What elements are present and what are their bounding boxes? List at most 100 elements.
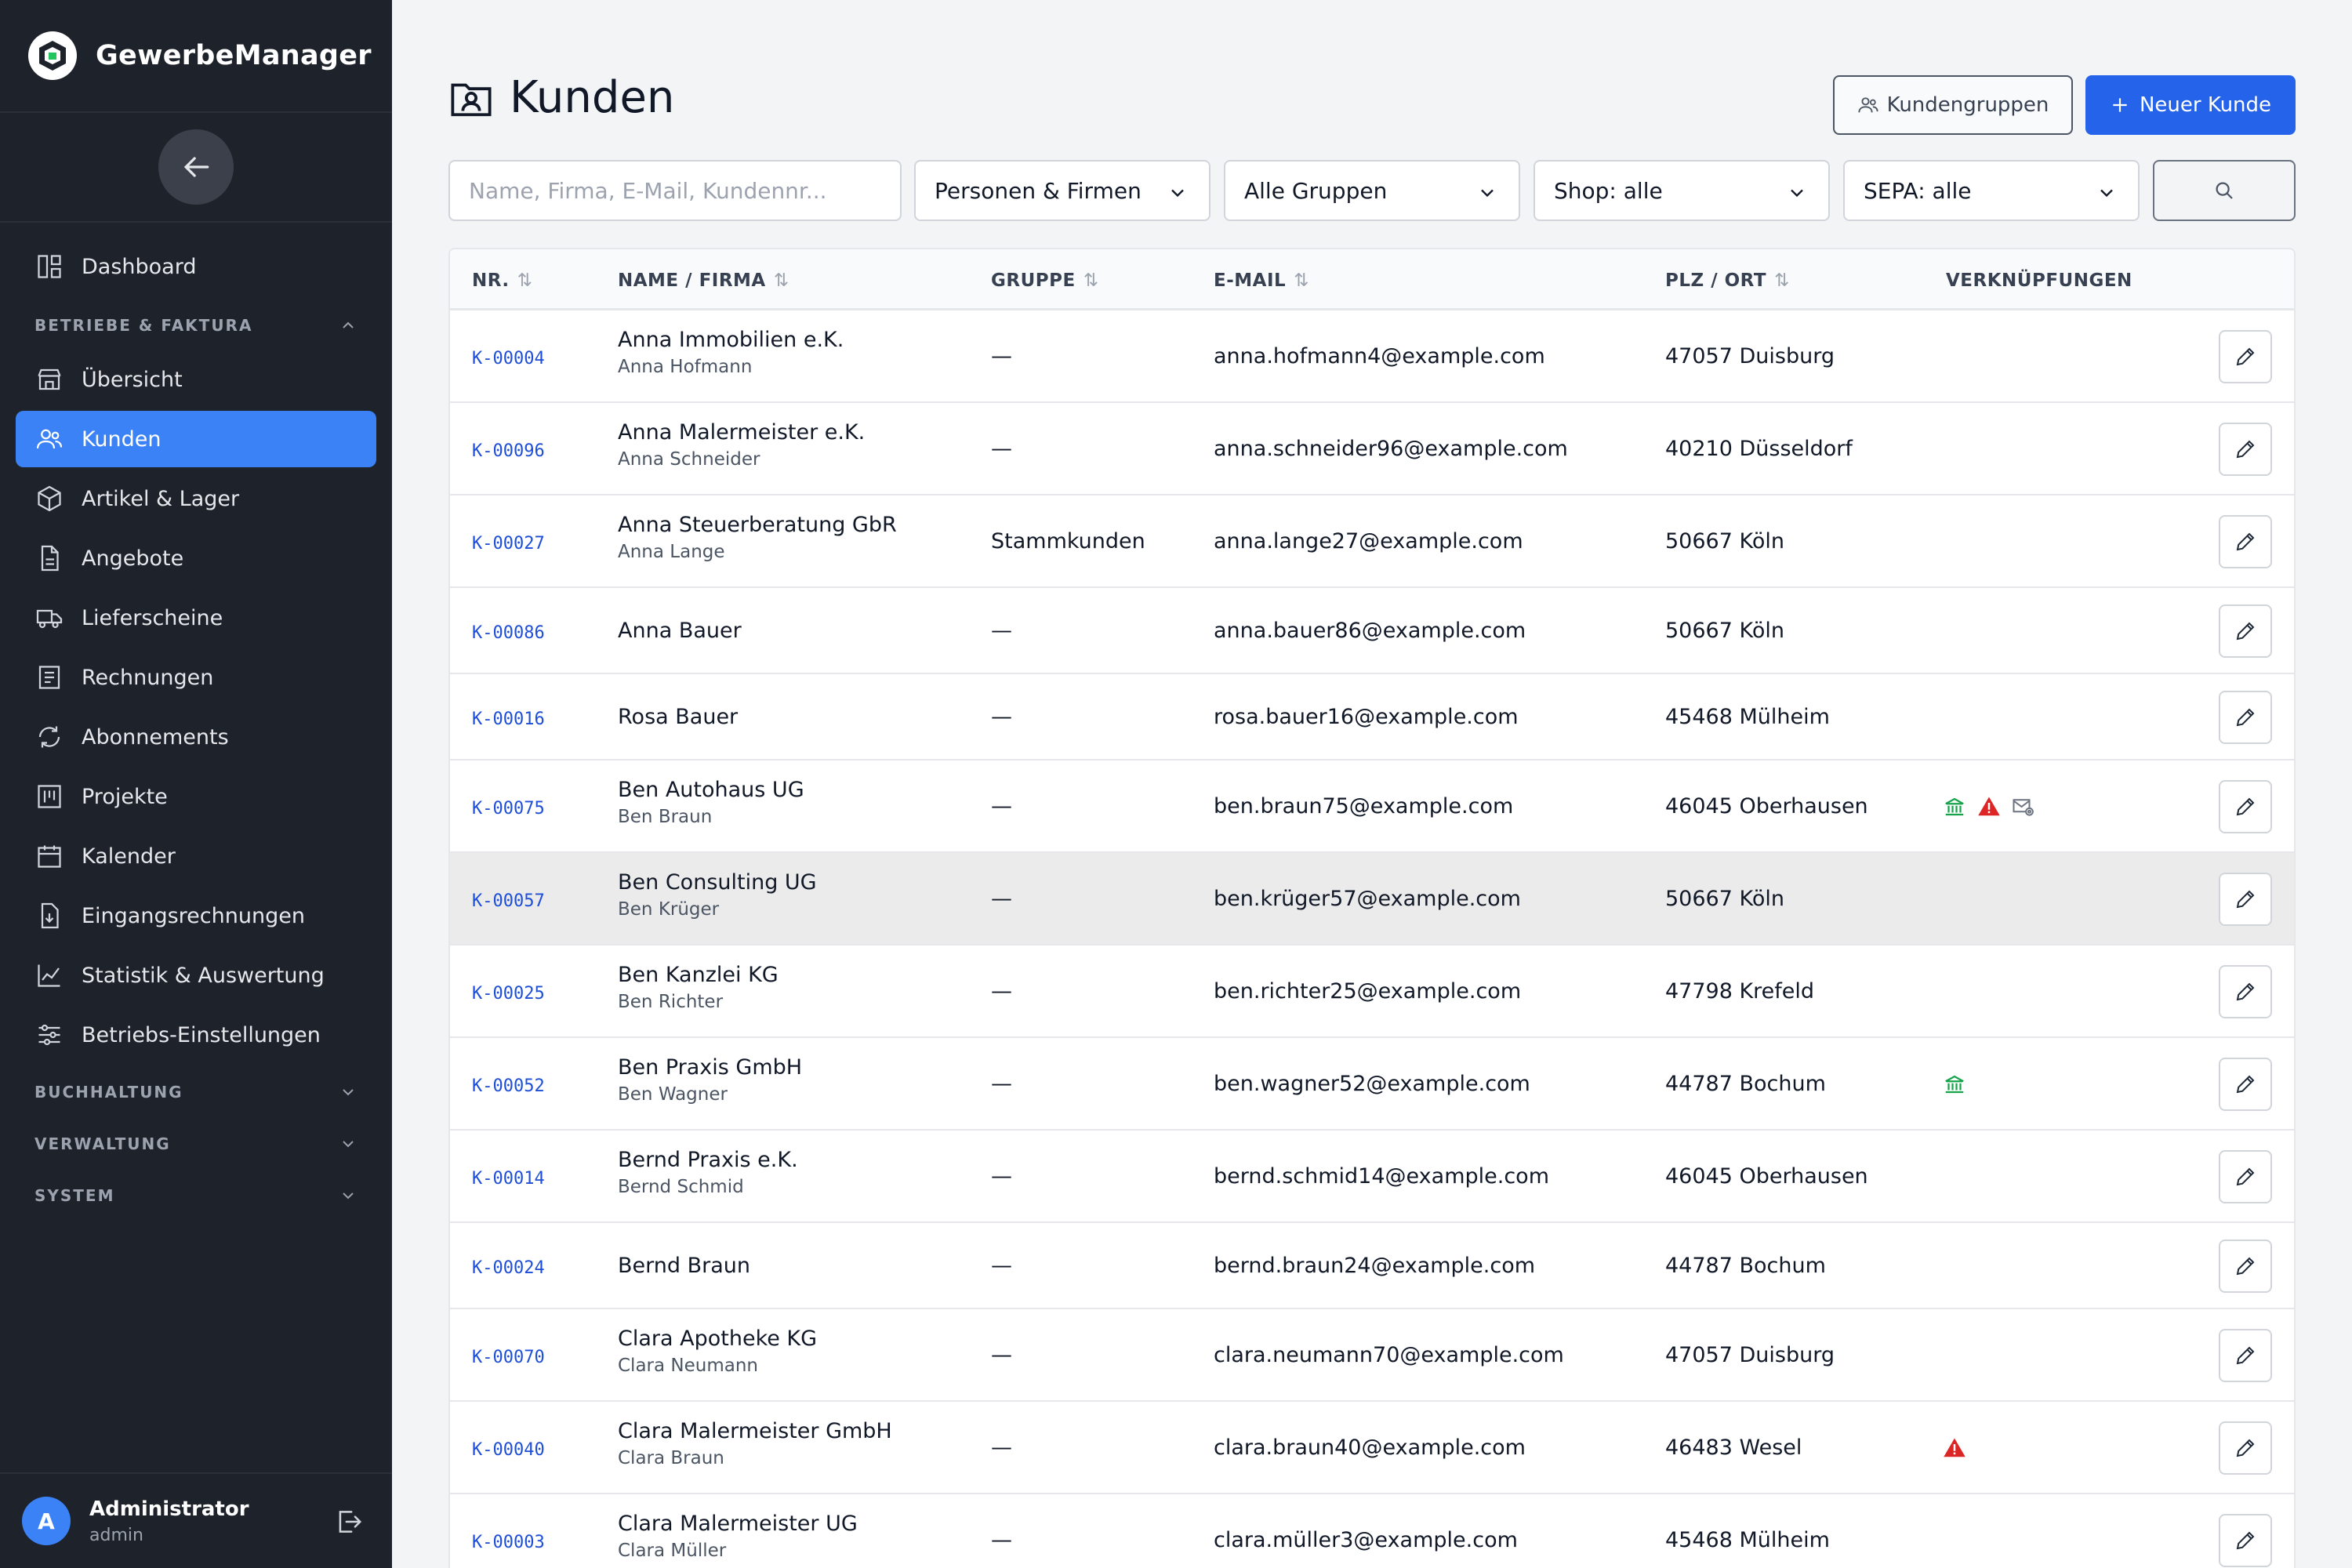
edit-customer-button[interactable] [2219, 423, 2272, 476]
customer-number-link[interactable]: K-00057 [472, 891, 545, 911]
edit-customer-button[interactable] [2219, 1514, 2272, 1567]
customer-number-link[interactable]: K-00052 [472, 1076, 545, 1096]
sidebar-item-betriebs-einstellungen[interactable]: Betriebs-Einstellungen [16, 1007, 376, 1063]
table-row[interactable]: K-00014 Bernd Praxis e.K. Bernd Schmid — ber… [450, 1131, 2294, 1223]
customer-city: 46045 Oberhausen [1665, 1164, 1868, 1189]
sidebar-item-lieferscheine[interactable]: Lieferscheine [16, 590, 376, 646]
table-row[interactable]: K-00003 Clara Malermeister UG Clara Müller… [450, 1494, 2294, 1568]
customer-name-cell: Ben Consulting UG Ben Krüger [618, 870, 817, 920]
customer-city: 47057 Duisburg [1665, 1343, 1835, 1367]
sidebar-item-artikel-lager[interactable]: Artikel & Lager [16, 470, 376, 527]
customer-number-link[interactable]: K-00027 [472, 534, 545, 554]
customer-contact: Bernd Schmid [618, 1177, 744, 1197]
chevron-down-icon [343, 1089, 354, 1096]
column-header-city[interactable]: PLZ / ORT ⇅ [1665, 270, 1790, 291]
shop-select[interactable]: Shop: alle [1534, 160, 1830, 221]
select-value: SEPA: alle [1864, 177, 1972, 204]
table-row[interactable]: K-00070 Clara Apotheke KG Clara Neumann — cl… [450, 1309, 2294, 1402]
edit-customer-button[interactable] [2219, 780, 2272, 833]
section-betriebe-faktura[interactable]: BETRIEBE & FAKTURA [16, 299, 376, 351]
table-row[interactable]: K-00016 Rosa Bauer — rosa.bauer16@example.c… [450, 674, 2294, 760]
brand[interactable]: GewerbeManager [0, 0, 392, 113]
edit-customer-button[interactable] [2219, 515, 2272, 568]
table-row[interactable]: K-00052 Ben Praxis GmbH Ben Wagner — ben.wag… [450, 1038, 2294, 1131]
column-header-nr[interactable]: NR. ⇅ [472, 270, 532, 291]
customer-city: 50667 Köln [1665, 887, 1784, 911]
new-customer-button[interactable]: Neuer Kunde [2085, 75, 2296, 135]
sidebar-item-kalender[interactable]: Kalender [16, 828, 376, 884]
sepa-select[interactable]: SEPA: alle [1843, 160, 2140, 221]
pencil-icon [2236, 1075, 2255, 1094]
collapse-sidebar-button[interactable] [158, 129, 234, 205]
customer-email: anna.hofmann4@example.com [1214, 344, 1545, 368]
sidebar-item-statistik[interactable]: Statistik & Auswertung [16, 947, 376, 1004]
customer-name: Clara Malermeister GmbH [618, 1419, 892, 1443]
sidebar-item-projekte[interactable]: Projekte [16, 768, 376, 825]
edit-customer-button[interactable] [2219, 691, 2272, 744]
customer-number-link[interactable]: K-00024 [472, 1258, 545, 1278]
section-buchhaltung[interactable]: BUCHHALTUNG [16, 1066, 376, 1118]
edit-customer-button[interactable] [2219, 604, 2272, 658]
edit-customer-button[interactable] [2219, 1329, 2272, 1382]
table-row[interactable]: K-00096 Anna Malermeister e.K. Anna Schnei… [450, 403, 2294, 495]
table-row[interactable]: K-00086 Anna Bauer — anna.bauer86@example.c… [450, 588, 2294, 674]
customer-number-link[interactable]: K-00004 [472, 349, 545, 368]
customer-number-link[interactable]: K-00016 [472, 710, 545, 729]
sidebar-item-rechnungen[interactable]: Rechnungen [16, 649, 376, 706]
table-row[interactable]: K-00057 Ben Consulting UG Ben Krüger — ben.k… [450, 853, 2294, 946]
group-select[interactable]: Alle Gruppen [1224, 160, 1520, 221]
table-row[interactable]: K-00024 Bernd Braun — bernd.braun24@example… [450, 1223, 2294, 1309]
sort-icon: ⇅ [1083, 270, 1099, 291]
edit-customer-button[interactable] [2219, 965, 2272, 1018]
edit-customer-button[interactable] [2219, 1058, 2272, 1111]
links-cell [1943, 1073, 1966, 1102]
customer-number-link[interactable]: K-00025 [472, 984, 545, 1004]
customer-contact: Ben Braun [618, 807, 713, 827]
customer-number-link[interactable]: K-00070 [472, 1348, 545, 1367]
edit-customer-button[interactable] [2219, 1150, 2272, 1203]
customer-number-link[interactable]: K-00086 [472, 623, 545, 643]
search-button[interactable] [2153, 160, 2296, 221]
customer-name: Bernd Praxis e.K. [618, 1148, 798, 1172]
avatar[interactable]: A [22, 1497, 71, 1545]
table-row[interactable]: K-00040 Clara Malermeister GmbH Clara Brau… [450, 1402, 2294, 1494]
table-row[interactable]: K-00004 Anna Immobilien e.K. Anna Hofmann —… [450, 310, 2294, 403]
customer-city: 40210 Düsseldorf [1665, 437, 1853, 461]
customer-number-link[interactable]: K-00003 [472, 1533, 545, 1552]
customer-email: ben.braun75@example.com [1214, 794, 1514, 818]
edit-customer-button[interactable] [2219, 873, 2272, 926]
button-label: Kundengruppen [1886, 93, 2049, 117]
column-label: PLZ / ORT [1665, 270, 1767, 291]
customer-city: 50667 Köln [1665, 529, 1784, 554]
dashboard-icon [34, 252, 64, 281]
section-system[interactable]: SYSTEM [16, 1170, 376, 1221]
column-header-group[interactable]: GRUPPE ⇅ [991, 270, 1098, 291]
column-header-name[interactable]: NAME / FIRMA ⇅ [618, 270, 789, 291]
sidebar-item-abonnements[interactable]: Abonnements [16, 709, 376, 765]
customer-email: clara.müller3@example.com [1214, 1528, 1518, 1552]
edit-customer-button[interactable] [2219, 1421, 2272, 1475]
chevron-down-icon [2100, 189, 2113, 198]
edit-customer-button[interactable] [2219, 330, 2272, 383]
column-header-email[interactable]: E-MAIL ⇅ [1214, 270, 1309, 291]
section-label: SYSTEM [34, 1186, 115, 1205]
customer-number-link[interactable]: K-00075 [472, 799, 545, 818]
sidebar: GewerbeManager Dashboard BETRIEBE & FAKT… [0, 0, 392, 1568]
customer-number-link[interactable]: K-00014 [472, 1169, 545, 1189]
type-select[interactable]: Personen & Firmen [914, 160, 1210, 221]
sidebar-item-uebersicht[interactable]: Übersicht [16, 351, 376, 408]
sidebar-item-kunden[interactable]: Kunden [16, 411, 376, 467]
sidebar-item-angebote[interactable]: Angebote [16, 530, 376, 586]
customer-number-link[interactable]: K-00096 [472, 441, 545, 461]
table-row[interactable]: K-00075 Ben Autohaus UG Ben Braun — ben.brau… [450, 760, 2294, 853]
edit-customer-button[interactable] [2219, 1240, 2272, 1293]
table-row[interactable]: K-00027 Anna Steuerberatung GbR Anna Lange… [450, 495, 2294, 588]
sidebar-item-eingangsrechnungen[interactable]: Eingangsrechnungen [16, 887, 376, 944]
section-verwaltung[interactable]: VERWALTUNG [16, 1118, 376, 1170]
sidebar-item-dashboard[interactable]: Dashboard [16, 238, 376, 295]
customer-groups-button[interactable]: Kundengruppen [1833, 75, 2073, 135]
table-row[interactable]: K-00025 Ben Kanzlei KG Ben Richter — ben.ric… [450, 946, 2294, 1038]
logout-button[interactable] [334, 1507, 364, 1540]
search-input[interactable]: Name, Firma, E-Mail, Kundennr... [448, 160, 902, 221]
customer-number-link[interactable]: K-00040 [472, 1440, 545, 1460]
